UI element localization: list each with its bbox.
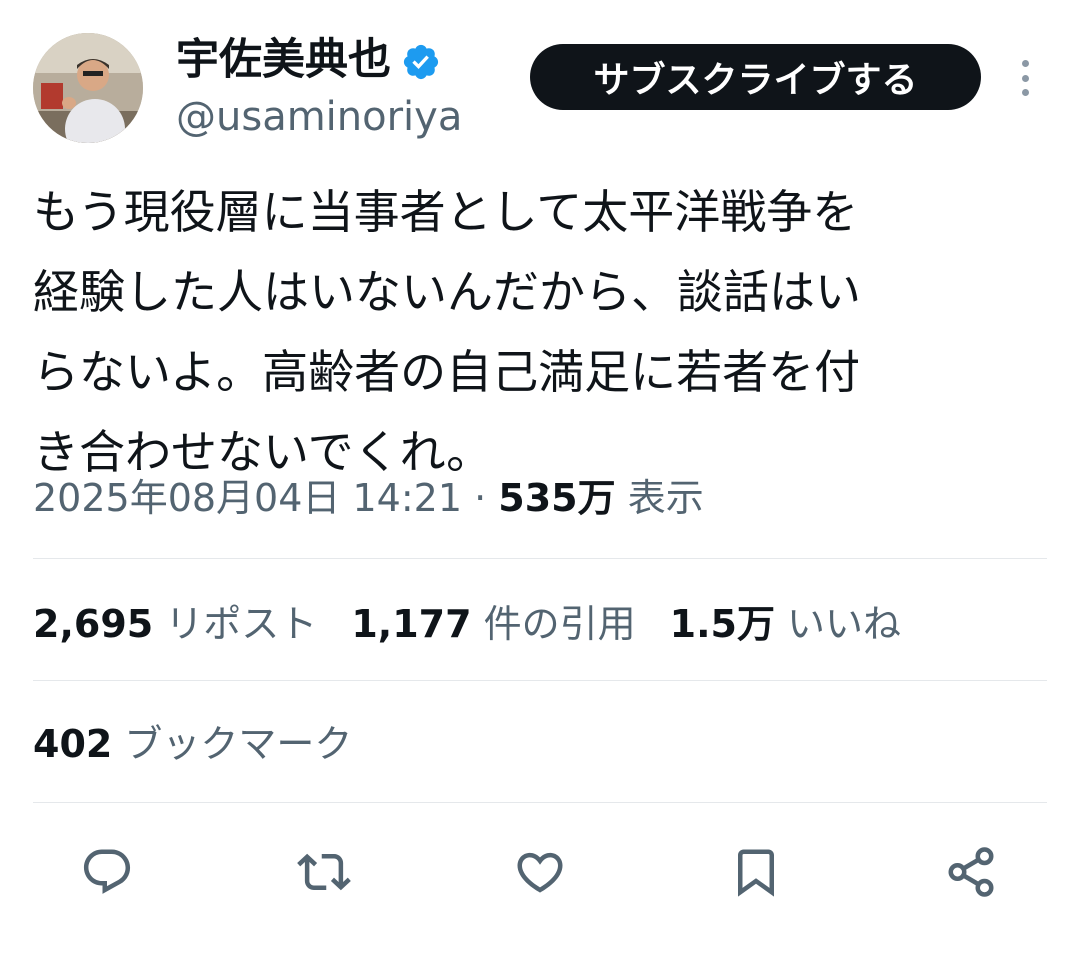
bookmark-icon[interactable] xyxy=(727,843,785,901)
more-vertical-icon[interactable] xyxy=(1011,56,1039,100)
more-dot xyxy=(1021,74,1029,82)
engagement-stats: 2,695 リポスト 1,177 件の引用 1.5万 いいね xyxy=(33,596,935,652)
more-dot xyxy=(1021,89,1029,96)
user-handle[interactable]: @usaminoriya xyxy=(176,92,462,142)
avatar-photo xyxy=(33,33,143,143)
bookmarks-stat[interactable]: 402 ブックマーク xyxy=(33,716,352,772)
display-name[interactable]: 宇佐美典也 xyxy=(176,32,441,88)
reposts-label: リポスト xyxy=(165,602,318,646)
verified-badge-icon[interactable] xyxy=(401,40,441,80)
divider xyxy=(33,802,1047,803)
repost-icon[interactable] xyxy=(295,843,353,901)
reply-icon[interactable] xyxy=(78,843,136,901)
tweet-timestamp[interactable]: 2025年08月04日 14:21 xyxy=(33,476,462,520)
reposts-count: 2,695 xyxy=(33,602,154,646)
tweet-meta: 2025年08月04日 14:21 · 535万 表示 xyxy=(33,470,704,526)
reposts-stat[interactable]: 2,695 リポスト xyxy=(33,596,317,652)
quotes-count: 1,177 xyxy=(351,602,472,646)
tweet-text: もう現役層に当事者として太平洋戦争を 経験した人はいないんだから、談話はい らな… xyxy=(33,185,861,479)
share-icon[interactable] xyxy=(942,843,1000,901)
quotes-label: 件の引用 xyxy=(483,602,636,646)
likes-label: いいね xyxy=(787,602,902,646)
meta-separator: · xyxy=(474,476,487,520)
avatar[interactable] xyxy=(33,33,143,143)
like-icon[interactable] xyxy=(511,843,569,901)
display-name-text: 宇佐美典也 xyxy=(176,35,391,85)
more-dot xyxy=(1021,60,1029,67)
bookmarks-label: ブックマーク xyxy=(124,722,353,766)
divider xyxy=(33,680,1047,681)
quotes-stat[interactable]: 1,177 件の引用 xyxy=(351,596,635,652)
subscribe-button[interactable]: サブスクライブする xyxy=(530,44,981,110)
views-count: 535万 xyxy=(498,476,616,520)
bookmarks-count: 402 xyxy=(33,722,113,766)
views-label: 表示 xyxy=(627,476,704,520)
divider xyxy=(33,558,1047,559)
likes-stat[interactable]: 1.5万 いいね xyxy=(670,596,901,652)
likes-count: 1.5万 xyxy=(669,602,775,646)
